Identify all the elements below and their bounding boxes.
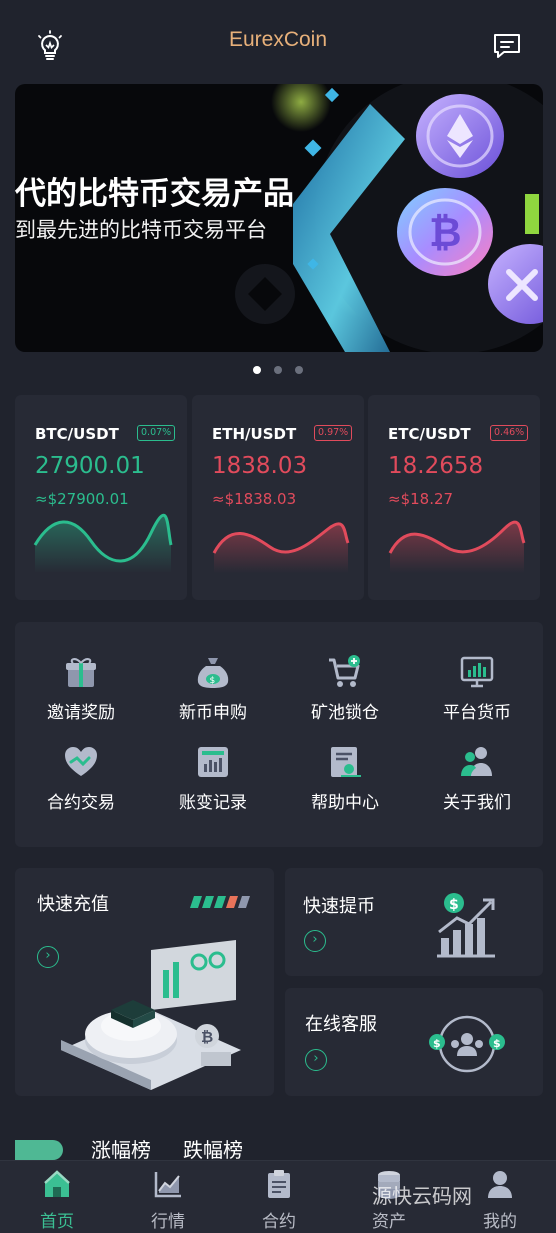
pagination-dot-2[interactable] bbox=[274, 366, 282, 374]
tab-losers[interactable]: 跌幅榜 bbox=[183, 1134, 243, 1163]
ticker-card-btc[interactable]: BTC/USDT 0.07% 27900.01 ≈$27900.01 bbox=[15, 395, 187, 600]
nav-contract[interactable]: 合约 bbox=[239, 1169, 319, 1232]
nav-home[interactable]: 首页 bbox=[17, 1169, 97, 1232]
chevron-right-icon[interactable]: › bbox=[305, 1049, 327, 1071]
pagination-dot-1[interactable] bbox=[253, 366, 261, 374]
growth-chart-icon: $ bbox=[437, 893, 495, 958]
feature-account-records[interactable]: 账变记录 bbox=[153, 744, 273, 824]
app-title: EurexCoin bbox=[228, 28, 328, 51]
svg-text:$: $ bbox=[449, 897, 459, 913]
clipboard-icon bbox=[268, 1170, 290, 1198]
svg-text:$: $ bbox=[433, 1037, 441, 1050]
ticker-price: 1838.03 bbox=[212, 453, 308, 479]
ticker-usd-value: ≈$1838.03 bbox=[212, 490, 297, 508]
feature-label: 平台货币 bbox=[443, 703, 511, 723]
ranking-indicator bbox=[15, 1140, 63, 1160]
feature-label: 邀请奖励 bbox=[47, 703, 115, 723]
feature-invite-reward[interactable]: 邀请奖励 bbox=[21, 654, 141, 734]
ticker-pair: ETC/USDT bbox=[388, 425, 471, 443]
svg-text:$: $ bbox=[493, 1037, 501, 1050]
feature-label: 新币申购 bbox=[179, 703, 247, 723]
app-root: EurexCoin ₿ 代的比特币交易产品 到最先进的比特币交易平台 BTC/U… bbox=[0, 0, 556, 1233]
feature-help-center[interactable]: 帮助中心 bbox=[285, 744, 405, 824]
pagination-dot-3[interactable] bbox=[295, 366, 303, 374]
monitor-chart-icon bbox=[460, 656, 494, 688]
feature-label: 合约交易 bbox=[47, 793, 115, 813]
banner-title: 代的比特币交易产品 bbox=[15, 176, 294, 212]
handshake-heart-icon bbox=[65, 747, 97, 776]
svg-text:₿: ₿ bbox=[429, 210, 462, 256]
feature-grid: 邀请奖励 $ 新币申购 矿池锁仓 平台货币 合约交易 账变记录 帮助中心 关于我… bbox=[15, 622, 543, 847]
ticker-usd-value: ≈$27900.01 bbox=[35, 490, 129, 508]
nav-label: 合约 bbox=[262, 1212, 296, 1232]
nav-label: 资产 bbox=[372, 1212, 406, 1232]
feature-about-us[interactable]: 关于我们 bbox=[417, 744, 537, 824]
nav-profile[interactable]: 我的 bbox=[460, 1169, 540, 1232]
quick-deposit-card[interactable]: 快速充值 › ₿ bbox=[15, 868, 274, 1096]
sparkline-icon bbox=[212, 522, 350, 573]
profile-icon bbox=[488, 1171, 512, 1198]
ticker-change-badge: 0.97% bbox=[314, 425, 353, 441]
help-document-icon bbox=[331, 747, 361, 777]
promo-banner[interactable]: ₿ 代的比特币交易产品 到最先进的比特币交易平台 bbox=[15, 84, 543, 352]
quick-withdraw-card[interactable]: 快速提币 › $ bbox=[285, 868, 543, 976]
svg-text:$: $ bbox=[210, 676, 216, 686]
deposit-progress-bars bbox=[190, 896, 250, 908]
customer-service-icon: $ $ bbox=[429, 1015, 505, 1073]
gift-icon bbox=[66, 658, 96, 687]
chevron-right-icon[interactable]: › bbox=[304, 930, 326, 952]
deposit-illustration: ₿ bbox=[61, 940, 241, 1090]
ticker-change-badge: 0.46% bbox=[490, 425, 529, 441]
top-header: EurexCoin bbox=[0, 0, 556, 84]
feature-label: 帮助中心 bbox=[311, 793, 379, 813]
feature-label: 账变记录 bbox=[179, 793, 247, 813]
message-icon[interactable] bbox=[492, 32, 522, 60]
feature-label: 关于我们 bbox=[443, 793, 511, 813]
ticker-price: 27900.01 bbox=[35, 453, 145, 479]
nav-label: 行情 bbox=[151, 1212, 185, 1232]
banner-subtitle: 到最先进的比特币交易平台 bbox=[15, 218, 267, 242]
users-icon bbox=[461, 747, 492, 776]
online-support-card[interactable]: 在线客服 › $ $ bbox=[285, 988, 543, 1096]
feature-mining-pool-lock[interactable]: 矿池锁仓 bbox=[285, 654, 405, 734]
tab-gainers[interactable]: 涨幅榜 bbox=[91, 1134, 151, 1163]
sparkline-icon bbox=[388, 520, 526, 573]
market-chart-icon bbox=[154, 1172, 181, 1198]
online-support-title: 在线客服 bbox=[305, 1014, 377, 1035]
ticker-pair: ETH/USDT bbox=[212, 425, 297, 443]
money-bag-icon: $ bbox=[197, 658, 229, 688]
ticker-price: 18.2658 bbox=[388, 453, 484, 479]
ledger-icon bbox=[198, 747, 228, 777]
nav-market[interactable]: 行情 bbox=[128, 1169, 208, 1232]
ticker-pair: BTC/USDT bbox=[35, 425, 119, 443]
nav-label: 首页 bbox=[40, 1212, 74, 1232]
cart-icon bbox=[329, 655, 360, 687]
ticker-usd-value: ≈$18.27 bbox=[388, 490, 454, 508]
quick-deposit-title: 快速充值 bbox=[37, 894, 109, 915]
feature-contract-trading[interactable]: 合约交易 bbox=[21, 744, 141, 824]
quick-withdraw-title: 快速提币 bbox=[303, 896, 375, 917]
svg-text:₿: ₿ bbox=[201, 1028, 213, 1046]
home-icon bbox=[44, 1170, 70, 1197]
ticker-card-eth[interactable]: ETH/USDT 0.97% 1838.03 ≈$1838.03 bbox=[192, 395, 364, 600]
feature-new-coin-subscription[interactable]: $ 新币申购 bbox=[153, 654, 273, 734]
feature-platform-currency[interactable]: 平台货币 bbox=[417, 654, 537, 734]
ticker-card-etc[interactable]: ETC/USDT 0.46% 18.2658 ≈$18.27 bbox=[368, 395, 540, 600]
watermark: 源快云码网 bbox=[372, 1184, 472, 1208]
nav-label: 我的 bbox=[483, 1212, 517, 1232]
feature-label: 矿池锁仓 bbox=[311, 703, 379, 723]
banner-pagination bbox=[250, 366, 310, 376]
bottom-nav: 首页 行情 合约 资产 我的 bbox=[0, 1160, 556, 1233]
sparkline-icon bbox=[33, 513, 173, 573]
ticker-change-badge: 0.07% bbox=[137, 425, 176, 441]
